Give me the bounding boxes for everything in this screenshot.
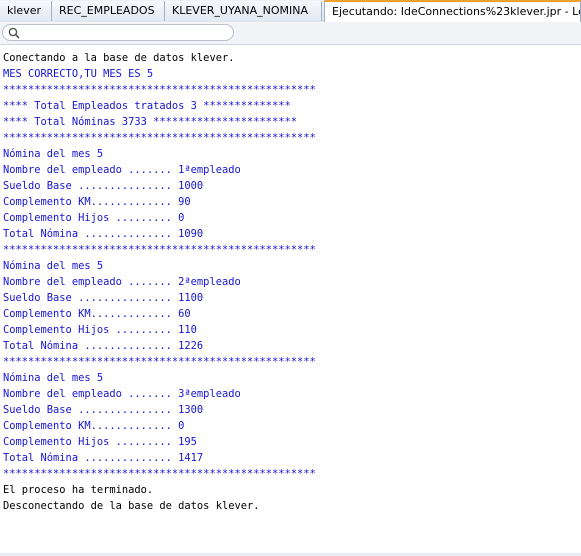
tab-klever[interactable]: klever — [0, 1, 52, 21]
log-line: **** Total Nóminas 3733 ****************… — [3, 116, 298, 128]
tab-klever-uyana-nomina[interactable]: KLEVER_UYANA_NOMINA — [165, 1, 322, 21]
log-line: ****************************************… — [3, 132, 316, 144]
log-line: Complemento KM............. 90 — [3, 196, 191, 208]
log-line: ****************************************… — [3, 468, 316, 480]
log-line: Complemento Hijos ......... 195 — [3, 436, 197, 448]
log-search-bar — [0, 22, 581, 45]
log-line: Total Nómina .............. 1090 — [3, 228, 204, 240]
log-line: Sueldo Base ............... 1300 — [3, 404, 204, 416]
search-box[interactable] — [2, 24, 234, 41]
log-line: Nombre del empleado ....... 3ªempleado — [3, 388, 241, 400]
log-line: Complemento KM............. 0 — [3, 420, 185, 432]
log-line: ****************************************… — [3, 356, 316, 368]
log-line: Complemento Hijos ......... 0 — [3, 212, 185, 224]
log-line: Nombre del empleado ....... 1ªempleado — [3, 164, 241, 176]
editor-tab-bar: klever REC_EMPLEADOS KLEVER_UYANA_NOMINA… — [0, 0, 581, 23]
log-line: **** Total Empleados tratados 3 ********… — [3, 100, 291, 112]
search-icon — [8, 27, 20, 39]
log-line: Nómina del mes 5 — [3, 260, 104, 272]
log-line: Nómina del mes 5 — [3, 372, 104, 384]
log-line: El proceso ha terminado. — [3, 484, 154, 496]
log-line: Complemento Hijos ......... 110 — [3, 324, 197, 336]
log-line: Conectando a la base de datos klever. — [3, 52, 235, 64]
log-line: ****************************************… — [3, 244, 316, 256]
log-line: Nómina del mes 5 — [3, 148, 104, 160]
log-line: Sueldo Base ............... 1000 — [3, 180, 204, 192]
log-line: Complemento KM............. 60 — [3, 308, 191, 320]
log-line: ****************************************… — [3, 84, 316, 96]
log-line: MES CORRECTO,TU MES ES 5 — [3, 68, 154, 80]
log-line: Total Nómina .............. 1417 — [3, 452, 204, 464]
search-input[interactable] — [23, 26, 228, 39]
log-output[interactable]: Conectando a la base de datos klever. MES… — [3, 50, 578, 514]
tab-rec-empleados[interactable]: REC_EMPLEADOS — [52, 1, 165, 21]
log-line: Sueldo Base ............... 1100 — [3, 292, 204, 304]
log-line: Desconectando de la base de datos klever… — [3, 500, 260, 512]
log-line: Nombre del empleado ....... 2ªempleado — [3, 276, 241, 288]
log-line: Total Nómina .............. 1226 — [3, 340, 204, 352]
tab-log-running[interactable]: Ejecutando: IdeConnections%23klever.jpr … — [324, 0, 581, 22]
